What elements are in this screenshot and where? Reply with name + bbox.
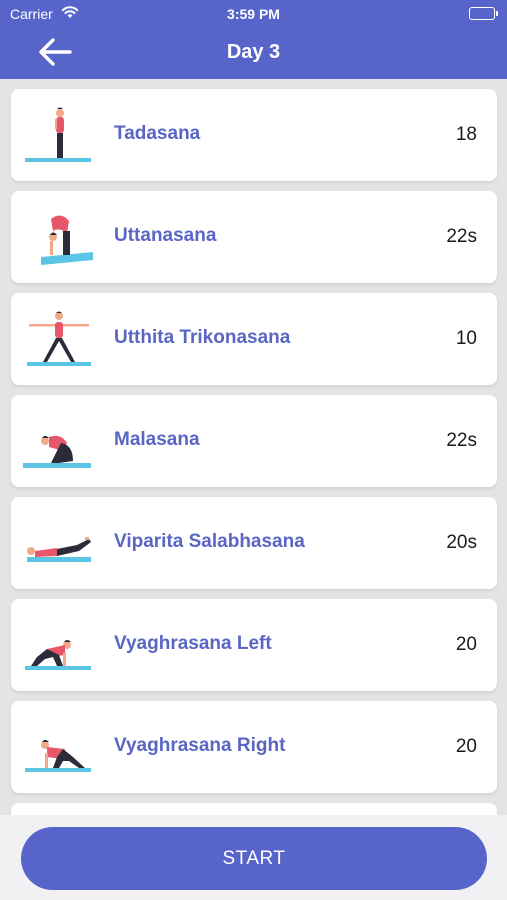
standing-pose-icon bbox=[25, 107, 91, 162]
exercise-list[interactable]: Tadasana 18 Uttanasana 22s Utthita Triko… bbox=[0, 79, 507, 815]
exercise-duration: 20 bbox=[455, 736, 477, 757]
exercise-card[interactable]: Utthita Trikonasana 10 bbox=[11, 293, 497, 385]
exercise-card[interactable]: Vyaghrasana Left 20 bbox=[11, 599, 497, 691]
exercise-name: Vyaghrasana Left bbox=[114, 633, 272, 654]
clock: 3:59 PM bbox=[227, 6, 280, 22]
exercise-duration: 22s bbox=[446, 226, 477, 247]
tiger-pose-icon bbox=[25, 640, 91, 670]
exercise-duration: 18 bbox=[455, 124, 477, 145]
page-title: Day 3 bbox=[226, 41, 281, 63]
bottom-bar: START bbox=[0, 815, 507, 900]
exercise-duration: 10 bbox=[455, 328, 477, 349]
battery-icon bbox=[469, 7, 498, 20]
forward-fold-pose-icon bbox=[41, 215, 93, 265]
start-button[interactable]: START bbox=[21, 827, 487, 890]
locust-pose-icon bbox=[27, 537, 91, 562]
header: Carrier 3:59 PM Day 3 bbox=[0, 0, 507, 79]
exercise-card[interactable]: Uttanasana 22s bbox=[11, 191, 497, 283]
triangle-pose-icon bbox=[27, 311, 91, 366]
exercise-name: Uttanasana bbox=[114, 225, 217, 246]
exercise-card[interactable]: Viparita Salabhasana 20s bbox=[11, 497, 497, 589]
exercise-name: Vyaghrasana Right bbox=[114, 735, 286, 756]
exercise-duration: 22s bbox=[446, 430, 477, 451]
exercise-name: Viparita Salabhasana bbox=[114, 531, 305, 552]
status-bar: Carrier 3:59 PM bbox=[0, 0, 507, 28]
exercise-name: Malasana bbox=[114, 429, 200, 450]
exercise-duration: 20 bbox=[455, 634, 477, 655]
exercise-card[interactable]: Vyaghrasana Right 20 bbox=[11, 701, 497, 793]
exercise-card[interactable]: Malasana 22s bbox=[11, 395, 497, 487]
exercise-card[interactable]: Tadasana 18 bbox=[11, 89, 497, 181]
tiger-pose-icon bbox=[25, 740, 91, 772]
exercise-duration: 20s bbox=[446, 532, 477, 553]
nav-bar: Day 3 bbox=[0, 28, 507, 79]
exercise-name: Utthita Trikonasana bbox=[114, 327, 291, 348]
exercise-card-partial[interactable] bbox=[11, 803, 497, 815]
squat-pose-icon bbox=[23, 435, 91, 468]
exercise-name: Tadasana bbox=[114, 123, 201, 144]
